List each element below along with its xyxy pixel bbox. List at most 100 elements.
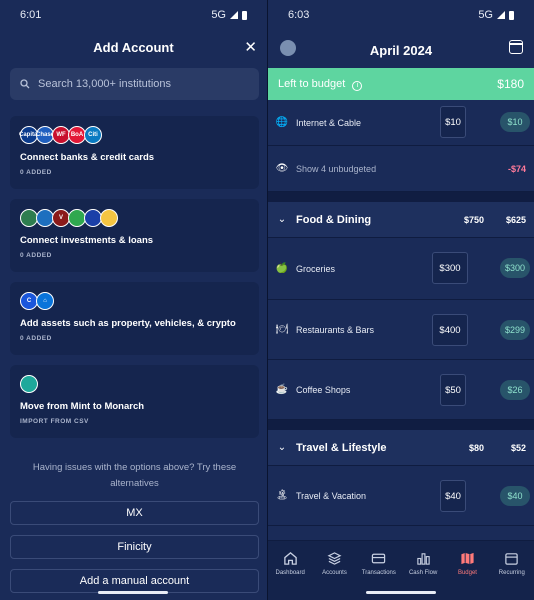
budget-input[interactable]: $40 — [440, 480, 466, 512]
home-indicator[interactable] — [366, 591, 436, 594]
search-placeholder: Search 13,000+ institutions — [38, 78, 172, 90]
connect-investments-card[interactable]: V Connect investments & loans 0 ADDED — [10, 199, 259, 272]
group-header-travel[interactable]: ⌄ Travel & Lifestyle $80 $52 — [268, 430, 534, 466]
card-title: Add assets such as property, vehicles, &… — [20, 318, 236, 329]
unbudgeted-amount: -$74 — [507, 163, 526, 174]
info-icon[interactable]: i — [352, 80, 363, 91]
bar-chart-icon — [416, 553, 430, 565]
map-icon — [461, 552, 474, 565]
category-row-groceries[interactable]: 🍏 Groceries $300 $300 — [268, 238, 534, 300]
signal-icon — [230, 11, 238, 19]
card-subtitle: IMPORT FROM CSV — [20, 418, 89, 425]
calendar-icon — [505, 553, 519, 565]
finicity-button[interactable]: Finicity — [10, 535, 259, 559]
category-row-restaurants[interactable]: 🍽 Restaurants & Bars $400 $299 — [268, 300, 534, 360]
category-name: Travel & Vacation — [296, 490, 367, 501]
search-icon — [20, 79, 30, 89]
battery-icon — [509, 10, 514, 20]
network-label: 5G — [478, 9, 493, 21]
coffee-icon: ☕ — [275, 384, 289, 395]
mint-leaf-icon — [20, 375, 38, 393]
card-title: Move from Mint to Monarch — [20, 401, 145, 412]
move-from-mint-card[interactable]: Move from Mint to Monarch IMPORT FROM CS… — [10, 365, 259, 438]
home-indicator[interactable] — [98, 591, 168, 594]
left-to-budget-amount: $180 — [497, 77, 524, 91]
card-subtitle: 0 ADDED — [20, 252, 52, 259]
group-remaining: $52 — [510, 442, 526, 453]
group-name: Travel & Lifestyle — [296, 441, 387, 454]
asset-logos: C ⌂ — [20, 292, 249, 310]
close-icon[interactable]: ✕ — [244, 38, 257, 56]
tab-budget[interactable]: Budget — [445, 541, 489, 600]
budget-input[interactable]: $50 — [440, 374, 466, 406]
remaining-badge: $26 — [500, 380, 530, 400]
bank-logo-icon: Citi — [84, 126, 102, 144]
status-bar: 6:03 5G — [268, 0, 534, 30]
chevron-down-icon[interactable]: ⌄ — [268, 442, 296, 453]
status-bar: 6:01 5G — [0, 0, 267, 30]
month-title[interactable]: April 2024 — [370, 43, 432, 58]
credit-card-icon — [372, 553, 386, 564]
section-gap — [268, 420, 534, 430]
tab-dashboard[interactable]: Dashboard — [268, 541, 312, 600]
unbudgeted-label: Show 4 unbudgeted — [296, 163, 377, 174]
group-budget: $80 — [468, 442, 484, 453]
beach-icon: 🏝 — [275, 490, 289, 501]
network-label: 5G — [211, 9, 226, 21]
plate-icon: 🍽 — [275, 324, 289, 335]
calendar-icon[interactable] — [509, 40, 523, 54]
group-header-food[interactable]: ⌄ Food & Dining $750 $625 — [268, 202, 534, 238]
card-subtitle: 0 ADDED — [20, 169, 52, 176]
home-icon — [283, 552, 297, 565]
status-time: 6:01 — [20, 9, 42, 21]
battery-icon — [242, 10, 247, 20]
category-row-coffee[interactable]: ☕ Coffee Shops $50 $26 — [268, 360, 534, 420]
sun-logo-icon — [100, 209, 118, 227]
remaining-badge: $10 — [500, 112, 530, 132]
budget-input[interactable]: $400 — [432, 314, 468, 346]
page-title: Add Account — [93, 40, 174, 55]
add-assets-card[interactable]: C ⌂ Add assets such as property, vehicle… — [10, 282, 259, 355]
mx-button[interactable]: MX — [10, 501, 259, 525]
category-name: Restaurants & Bars — [296, 324, 375, 335]
apple-icon: 🍏 — [275, 263, 289, 274]
section-gap — [268, 192, 534, 202]
remaining-badge: $299 — [499, 320, 530, 340]
mint-logos — [20, 375, 249, 393]
category-name: Internet & Cable — [296, 117, 362, 128]
card-title: Connect investments & loans — [20, 235, 154, 246]
investment-logos: V — [20, 209, 249, 227]
category-row-internet[interactable]: 🌐 Internet & Cable $10 $10 — [268, 100, 534, 146]
category-row-travel-vacation[interactable]: 🏝 Travel & Vacation $40 $40 — [268, 466, 534, 526]
alternatives-text: Having issues with the options above? Tr… — [32, 462, 237, 489]
group-name: Food & Dining — [296, 213, 372, 226]
status-time: 6:03 — [288, 9, 310, 21]
chevron-down-icon[interactable]: ⌄ — [268, 214, 296, 225]
eye-icon: 👁 — [275, 163, 289, 174]
category-name: Groceries — [296, 263, 336, 274]
layers-icon — [327, 552, 342, 565]
bank-logos: Capital Chase WF BoA Citi — [19, 126, 249, 144]
remaining-badge: $300 — [499, 258, 530, 278]
connect-banks-card[interactable]: Capital Chase WF BoA Citi Connect banks … — [10, 116, 259, 189]
left-to-budget-banner[interactable]: Left to budget i $180 — [268, 68, 534, 100]
group-budget: $750 — [463, 214, 484, 225]
budget-input[interactable]: $10 — [440, 106, 466, 138]
show-unbudgeted-row[interactable]: 👁 Show 4 unbudgeted -$74 — [268, 146, 534, 192]
card-subtitle: 0 ADDED — [20, 335, 52, 342]
tab-recurring[interactable]: Recurring — [490, 541, 534, 600]
budget-input[interactable]: $300 — [432, 252, 468, 284]
left-to-budget-label: Left to budget — [278, 77, 346, 90]
globe-icon: 🌐 — [275, 117, 289, 128]
manual-account-button[interactable]: Add a manual account — [10, 569, 259, 593]
home-logo-icon: ⌂ — [36, 292, 54, 310]
remaining-badge: $40 — [500, 486, 530, 506]
search-input[interactable]: Search 13,000+ institutions — [10, 68, 259, 100]
tab-accounts[interactable]: Accounts — [312, 541, 356, 600]
group-remaining: $625 — [505, 214, 526, 225]
budget-screen: 6:03 5G April 2024 Left to budget i $180… — [268, 0, 534, 600]
card-title: Connect banks & credit cards — [20, 152, 155, 163]
category-name: Coffee Shops — [296, 384, 351, 395]
add-account-screen: 6:01 5G Add Account ✕ Search 13,000+ ins… — [0, 0, 267, 600]
signal-icon — [497, 11, 505, 19]
